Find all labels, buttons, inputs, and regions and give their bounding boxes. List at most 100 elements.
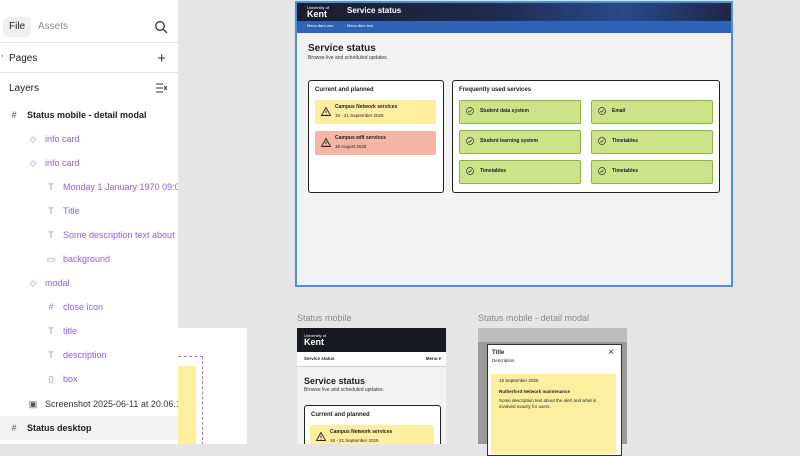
frame-icon: # <box>11 110 17 120</box>
layer-label: Screenshot 2025-06-11 at 20.06.1 <box>45 399 178 409</box>
service-item[interactable]: Email <box>591 100 713 124</box>
layer-row[interactable]: # close icon <box>0 295 178 319</box>
info-card-title: Rutherford Network maintenance <box>499 389 571 394</box>
alert-date: 15 August 2025 <box>335 144 367 149</box>
layer-row[interactable]: T description <box>0 343 178 367</box>
current-planned-card: Current and planned Campus Network servi… <box>304 405 441 444</box>
modal-title: Title <box>492 350 505 356</box>
frame-label[interactable]: Status mobile <box>297 313 352 323</box>
service-label: Timetables <box>612 138 639 144</box>
university-logo[interactable]: University of Kent <box>307 5 329 19</box>
component-icon: ◇ <box>29 134 37 144</box>
chevron-right-icon[interactable]: › <box>1 53 3 60</box>
layer-label: Title <box>63 206 80 216</box>
search-icon[interactable] <box>154 20 168 34</box>
nav-item-one[interactable]: Menu item one <box>307 23 333 28</box>
modal-description: Description <box>492 358 515 363</box>
layer-label: info card <box>45 158 80 168</box>
text-icon: T <box>48 350 54 360</box>
layer-row[interactable]: ▭ background <box>0 247 178 271</box>
canvas-frame-partial[interactable] <box>178 328 247 444</box>
add-page-icon[interactable]: + <box>157 51 166 66</box>
frequent-services-card: Frequently used services Student data sy… <box>452 80 720 193</box>
site-header: University of Kent Service status <box>297 3 731 21</box>
dimmed-header <box>478 328 627 342</box>
alert-date: 18 - 21 September 2025 <box>330 438 379 443</box>
info-card-preview <box>178 366 196 444</box>
component-icon: ◇ <box>29 158 37 168</box>
layer-row[interactable]: T Monday 1 January 1970 09:00 <box>0 175 178 199</box>
warning-icon <box>321 107 331 116</box>
layer-row[interactable]: ▣ Screenshot 2025-06-11 at 20.06.1 <box>0 392 178 416</box>
layer-label: info card <box>45 134 80 144</box>
layer-row[interactable]: ◇ info card <box>0 127 178 151</box>
alert-card[interactable]: Campus Network services 18 - 21 Septembe… <box>315 100 436 124</box>
text-icon: T <box>48 326 54 336</box>
menu-button[interactable]: Menu ▾ <box>426 356 441 362</box>
service-item[interactable]: Student data system <box>459 100 581 124</box>
check-circle-icon <box>598 137 606 145</box>
service-item[interactable]: Timetables <box>459 160 581 184</box>
alert-title: Campus Network services <box>330 429 393 435</box>
service-label: Timetables <box>480 168 507 174</box>
service-label: Student data system <box>480 108 529 114</box>
layer-row[interactable]: # Status desktop <box>0 416 178 440</box>
layer-row[interactable]: T Some description text about <box>0 223 178 247</box>
info-card[interactable]: 18 September 2025 Rutherford Network mai… <box>491 374 616 454</box>
page-title: Service status <box>308 43 376 54</box>
alert-date: 18 - 21 September 2025 <box>335 113 384 118</box>
check-circle-icon <box>598 107 606 115</box>
service-label: Email <box>612 108 626 114</box>
pages-section-label[interactable]: Pages <box>9 53 37 64</box>
layer-row[interactable]: ◇ info card <box>0 151 178 175</box>
layer-label: box <box>63 374 78 384</box>
card-title: Frequently used services <box>459 87 532 93</box>
page-subtitle: Browse live and scheduled updates. <box>304 387 385 393</box>
close-icon[interactable]: × <box>608 347 614 358</box>
layer-label: description <box>63 350 107 360</box>
service-item[interactable]: Timetables <box>591 160 713 184</box>
university-logo[interactable]: University of Kent <box>304 333 326 347</box>
divider <box>0 72 178 73</box>
status-mobile-frame[interactable]: University of Kent Service status Menu ▾ … <box>297 328 446 444</box>
layer-label: background <box>63 254 111 264</box>
status-desktop-frame[interactable]: University of Kent Service status Menu it… <box>295 1 733 287</box>
warning-icon <box>321 138 331 147</box>
layer-row[interactable]: ▯ box <box>0 367 178 391</box>
layer-row[interactable]: T title <box>0 319 178 343</box>
nav-item-two[interactable]: Menu item two <box>347 23 373 28</box>
layer-label: Status mobile - detail modal <box>27 110 147 120</box>
layer-row[interactable]: ◇ modal <box>0 271 178 295</box>
service-item[interactable]: Timetables <box>591 130 713 154</box>
tab-assets[interactable]: Assets <box>32 17 74 37</box>
component-icon: ◇ <box>29 278 37 288</box>
check-circle-icon <box>466 137 474 145</box>
frame-icon: # <box>48 302 54 312</box>
warning-icon <box>316 432 326 441</box>
layer-label: title <box>63 326 78 336</box>
card-title: Current and planned <box>315 87 374 93</box>
collapse-layers-icon[interactable] <box>156 83 167 93</box>
nav-label: Service status <box>304 356 335 361</box>
layer-label: Monday 1 January 1970 09:00 <box>63 182 178 192</box>
current-planned-card: Current and planned Campus Network servi… <box>308 80 444 193</box>
frame-label[interactable]: Status mobile - detail modal <box>478 313 589 323</box>
divider <box>0 42 178 43</box>
layer-label: close icon <box>63 302 104 312</box>
layer-label: Status desktop <box>27 423 92 433</box>
frame-icon: # <box>11 423 17 433</box>
alert-card[interactable]: Campus wifi services 15 August 2025 <box>315 131 436 155</box>
alert-title: Campus Network services <box>335 104 398 110</box>
site-header: University of Kent <box>297 328 446 352</box>
alert-title: Campus wifi services <box>335 135 386 141</box>
layers-section-label: Layers <box>9 83 40 94</box>
alert-card[interactable]: Campus Network services 18 - 21 Septembe… <box>310 425 434 444</box>
page-title: Service status <box>304 376 366 386</box>
service-item[interactable]: Student learning system <box>459 130 581 154</box>
panel-tabs: File Assets <box>0 13 178 43</box>
tab-file[interactable]: File <box>3 17 32 37</box>
layer-row[interactable]: T Title <box>0 199 178 223</box>
layer-row[interactable]: # Status mobile - detail modal <box>0 103 178 127</box>
check-circle-icon <box>466 107 474 115</box>
layers-panel: File Assets › Pages + Layers # Status mo… <box>0 0 179 444</box>
